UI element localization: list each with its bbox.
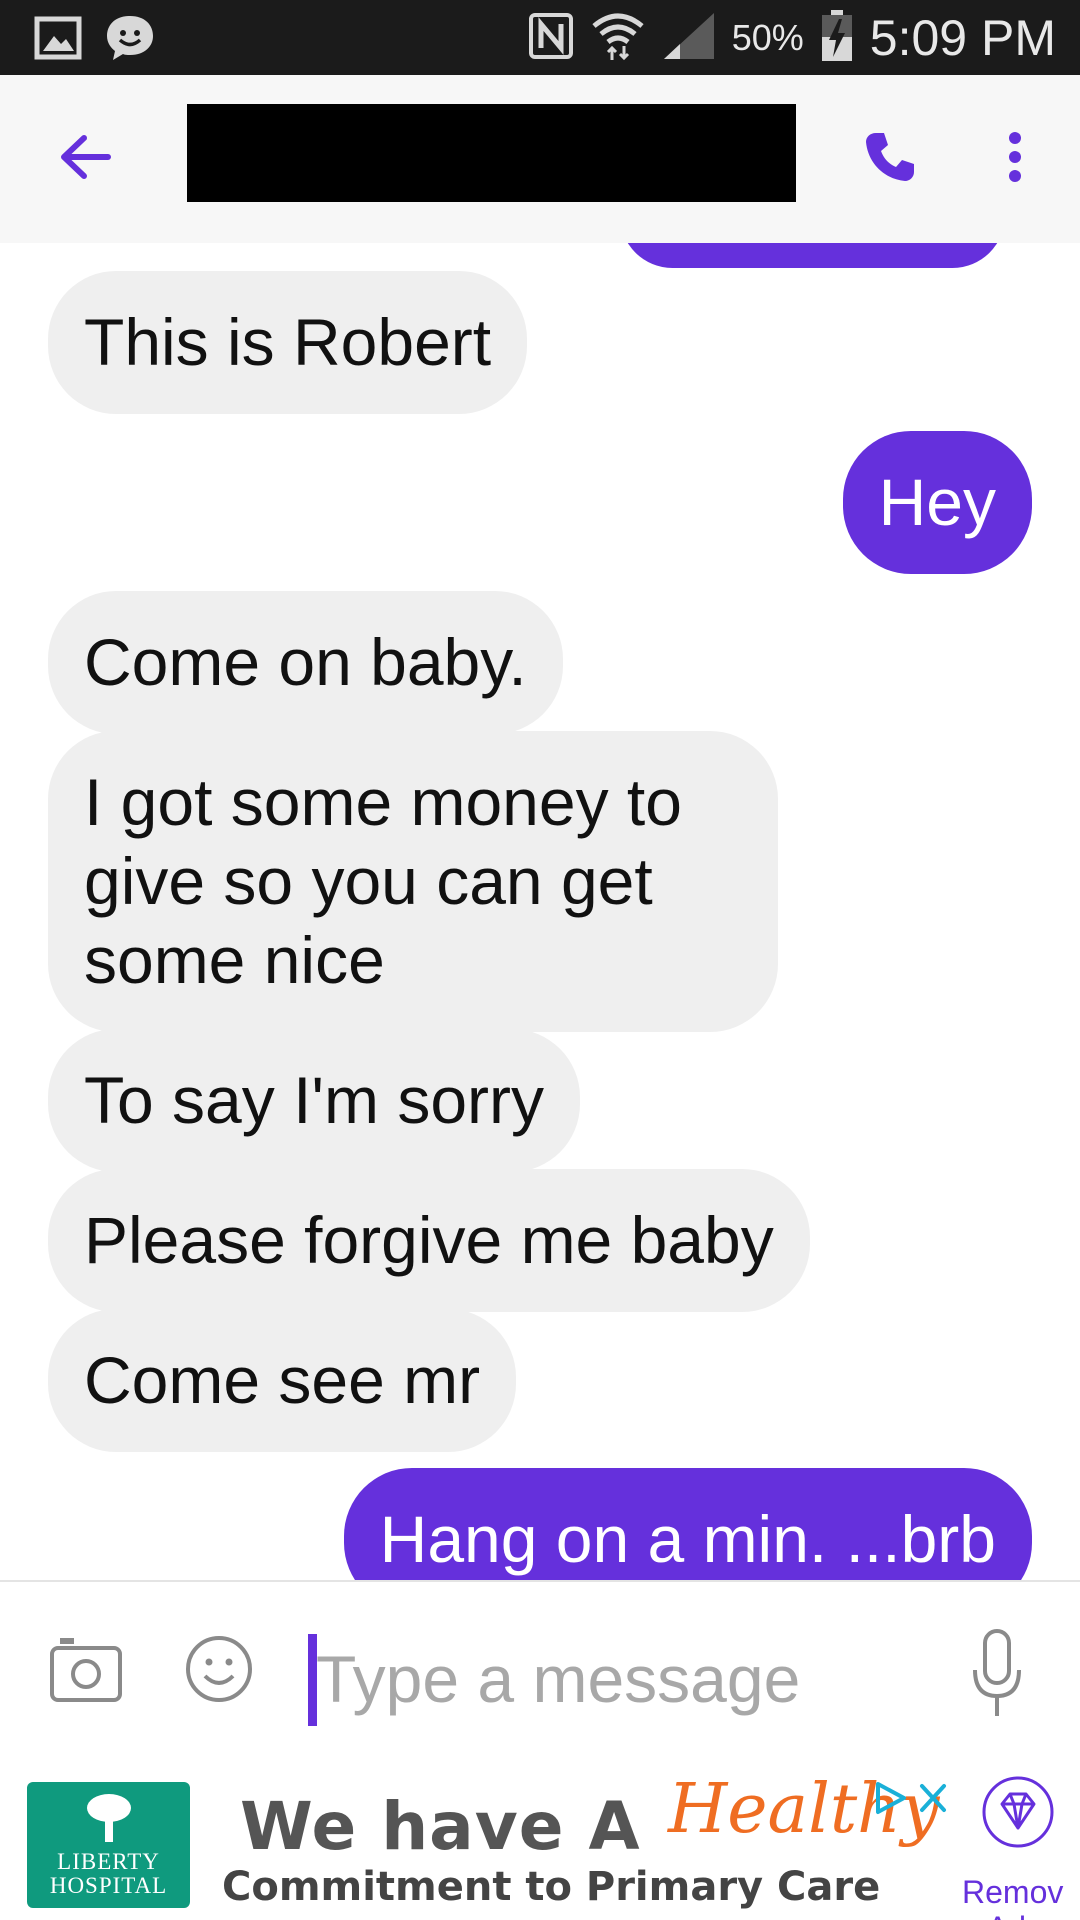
message-bubble-outgoing[interactable]: Hey [842,431,1032,574]
contact-name-redacted [187,104,796,202]
emoji-button[interactable] [184,1634,256,1706]
more-vertical-icon [1007,131,1023,187]
status-bar: 50% 5:09 PM [0,0,1080,75]
ad-banner[interactable]: LIBERTY HOSPITAL We have A Healthy Commi… [0,1760,1080,1920]
tree-icon [87,1794,131,1842]
microphone-button[interactable] [970,1628,1024,1722]
battery-charging-icon [820,9,854,67]
message-text: Please forgive me baby [84,1203,774,1277]
message-text: I got some money to give so you can get … [84,765,682,997]
contact-name [187,131,207,175]
message-bubble-incoming[interactable]: Come on baby. [48,591,563,734]
liberty-hospital-logo: LIBERTY HOSPITAL [27,1782,190,1908]
message-bubble-incoming[interactable]: Come see mr [48,1309,517,1452]
message-bubble-partial [620,243,1005,268]
signal-icon [662,11,716,65]
conversation-toolbar [0,75,1080,243]
remove-ads-button[interactable]: Remove Ads [960,1774,1080,1920]
clock: 5:09 PM [869,9,1056,66]
message-text: Hang on a min. ...brb [379,1502,996,1576]
ad-logo-line2: HOSPITAL [49,1873,168,1898]
message-text: To say I'm sorry [84,1063,545,1137]
microphone-icon [970,1629,1024,1724]
compose-bar [0,1580,1080,1760]
message-bubble-outgoing[interactable]: Hang on a min. ...brb [343,1468,1032,1580]
message-text: Come see mr [84,1343,481,1417]
message-bubble-incoming[interactable]: Please forgive me baby [48,1169,810,1312]
ad-subline: Commitment to Primary Care [222,1864,881,1910]
message-input[interactable] [316,1624,936,1734]
ad-logo-line1: LIBERTY [57,1849,160,1874]
battery-percent: 50% [731,16,804,58]
message-bubble-incoming[interactable]: I got some money to give so you can get … [48,731,778,1032]
message-bubble-incoming[interactable]: This is Robert [48,271,528,414]
arrow-left-icon [58,133,112,185]
message-text: Come on baby. [84,625,527,699]
smiley-icon [184,1636,254,1708]
message-text: This is Robert [84,305,492,379]
remove-ads-label: Remove Ads [962,1874,1064,1920]
ad-headline: We have A [240,1788,641,1865]
ad-choices-button[interactable] [870,1780,952,1816]
diamond-icon [980,1774,1056,1854]
more-options-button[interactable] [990,127,1040,191]
chat-notification-icon [104,13,156,67]
gallery-icon [34,16,82,64]
message-bubble-incoming[interactable]: To say I'm sorry [48,1029,581,1172]
back-button[interactable] [50,127,120,191]
phone-icon [862,129,918,189]
ad-choices-icon [870,1782,952,1820]
call-button[interactable] [858,127,922,191]
wifi-icon [590,10,646,66]
message-text: Hey [878,465,996,539]
camera-button[interactable] [48,1634,128,1714]
message-list[interactable]: This is Robert Hey Come on baby. I got s… [0,243,1080,1580]
camera-icon [48,1638,124,1708]
nfc-icon [528,12,574,64]
